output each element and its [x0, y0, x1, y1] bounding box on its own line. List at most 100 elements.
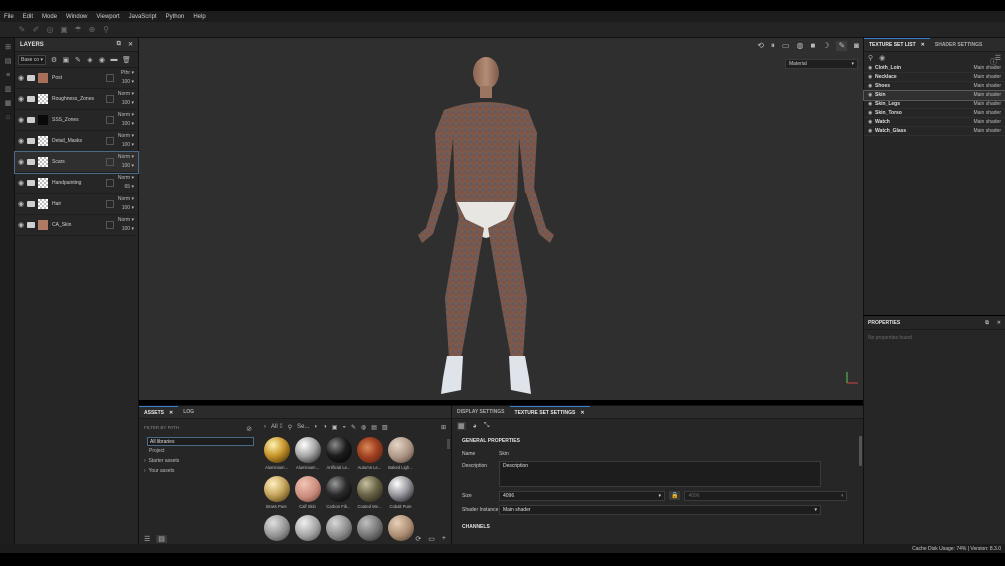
- tab-assets[interactable]: ASSETS ✕: [139, 405, 179, 419]
- smudge-icon[interactable]: ☂: [74, 25, 82, 34]
- layer-mask[interactable]: [106, 95, 114, 103]
- opacity-field[interactable]: 100 ▾: [122, 121, 134, 127]
- layer-row[interactable]: ◉ Detail_Masks Norm ▾ 100 ▾: [15, 131, 138, 152]
- tree-starter-assets[interactable]: › Starter assets: [139, 456, 257, 466]
- delete-layer-icon[interactable]: 🗑: [122, 56, 131, 64]
- split-view-icon[interactable]: ⟲: [757, 41, 764, 51]
- layer-mask[interactable]: [106, 137, 114, 145]
- clone-icon[interactable]: ⊕: [88, 25, 96, 34]
- material-thumbnail[interactable]: Aluminium...: [292, 437, 323, 470]
- uv-icon[interactable]: ⤡: [484, 422, 490, 430]
- lighting-icon[interactable]: ☽: [822, 41, 829, 51]
- layer-row[interactable]: ◉ Scars Norm ▾ 100 ▾: [14, 151, 139, 174]
- material-thumbnail[interactable]: Cobalt Pure: [385, 476, 416, 509]
- layer-mask[interactable]: [106, 158, 114, 166]
- add-effect-icon[interactable]: ⚙: [50, 56, 58, 64]
- layer-row[interactable]: ◉ Handpainting Norm ▾ 65 ▾: [15, 173, 138, 194]
- library-project[interactable]: Project: [139, 446, 257, 456]
- layer-mask[interactable]: [106, 221, 114, 229]
- texture-filter-icon[interactable]: ▣: [332, 424, 338, 431]
- material-icon[interactable]: ◕: [473, 423, 477, 430]
- material-thumbnail[interactable]: Carbon Fib...: [323, 476, 354, 509]
- blend-mode-select[interactable]: Norm ▾: [118, 154, 134, 160]
- layers-panel-icon[interactable]: ⊞: [4, 44, 12, 52]
- eye-icon[interactable]: ◉: [868, 119, 875, 125]
- close-icon[interactable]: ✕: [169, 410, 173, 416]
- library-all[interactable]: All libraries: [147, 437, 254, 446]
- menu-viewport[interactable]: Viewport: [96, 14, 119, 20]
- material-thumbnail[interactable]: Artificial Le...: [323, 437, 354, 470]
- texture-set-row[interactable]: ◉ Cloth_Loin Main shader: [864, 64, 1005, 73]
- material-filter-icon[interactable]: ◐: [314, 424, 318, 430]
- eye-icon[interactable]: ◉: [17, 200, 25, 208]
- texture-set-row[interactable]: ◉ Shoes Main shader: [864, 82, 1005, 91]
- close-icon[interactable]: ✕: [997, 320, 1001, 326]
- material-thumbnail[interactable]: Coated Me...: [354, 476, 385, 509]
- layer-mask[interactable]: [106, 179, 114, 187]
- eye-icon[interactable]: ◉: [868, 83, 875, 89]
- pause-render-icon[interactable]: ⏸: [771, 41, 775, 51]
- filter-icon[interactable]: ⚲: [868, 54, 873, 62]
- tree-your-assets[interactable]: › Your assets: [139, 466, 257, 476]
- blend-mode-select[interactable]: Norm ▾: [118, 91, 134, 97]
- layer-row[interactable]: ◉ Roughness_Zones Norm ▾ 100 ▾: [15, 89, 138, 110]
- blend-mode-select[interactable]: Norm ▾: [118, 217, 134, 223]
- blend-mode-select[interactable]: Pthr ▾: [121, 70, 134, 76]
- close-icon[interactable]: ✕: [580, 410, 584, 416]
- tab-display-settings[interactable]: DISPLAY SETTINGS: [452, 406, 510, 419]
- screenshot-icon[interactable]: ◙: [854, 41, 859, 51]
- material-thumbnail[interactable]: Calf Skin: [292, 476, 323, 509]
- all-filter[interactable]: All ⁞⁞: [271, 424, 283, 430]
- blend-mode-select[interactable]: Norm ▾: [118, 196, 134, 202]
- grid-view-icon[interactable]: ⊞: [441, 424, 446, 431]
- lock-icon[interactable]: 🔒: [669, 491, 681, 500]
- shader-select[interactable]: Main shader ▾: [499, 505, 821, 515]
- layer-row[interactable]: ◉ CA_Skin Norm ▾ 100 ▾: [15, 215, 138, 236]
- opacity-field[interactable]: 100 ▾: [122, 226, 134, 232]
- eye-icon[interactable]: ◉: [868, 65, 875, 71]
- texture-set-row[interactable]: ◉ Skin_Legs Main shader: [864, 100, 1005, 109]
- brush-filter-icon[interactable]: ✎: [351, 424, 356, 431]
- projection-icon[interactable]: ◎: [46, 25, 54, 34]
- image-filter-icon[interactable]: ▨: [382, 424, 388, 431]
- 3d-viewport[interactable]: ⟲ ⏸ ▭ ◍ ■ ☽ ✎ ◙ Material ▾: [139, 38, 863, 400]
- eye-icon[interactable]: ◉: [868, 128, 875, 134]
- new-folder-icon[interactable]: ▭: [428, 535, 435, 543]
- material-thumbnail[interactable]: Autumn Le...: [354, 437, 385, 470]
- material-thumbnail[interactable]: Brass Pure: [261, 476, 292, 509]
- texture-set-row[interactable]: ◉ Necklace Main shader: [864, 73, 1005, 82]
- opacity-field[interactable]: 100 ▾: [122, 205, 134, 211]
- bake-icon[interactable]: ≡: [4, 72, 12, 80]
- eye-icon[interactable]: ◉: [17, 221, 25, 229]
- tab-shader-settings[interactable]: SHADER SETTINGS: [930, 38, 988, 52]
- eye-icon[interactable]: ◉: [17, 74, 25, 82]
- eye-icon[interactable]: ◉: [868, 101, 875, 107]
- add-mask-icon[interactable]: ▣: [62, 56, 70, 64]
- opacity-field[interactable]: 100 ▾: [122, 100, 134, 106]
- tab-log[interactable]: LOG: [178, 406, 199, 419]
- detail-view-icon[interactable]: ▤: [156, 534, 167, 543]
- add-asset-icon[interactable]: +: [442, 535, 446, 543]
- visibility-icon[interactable]: ◉: [879, 54, 885, 62]
- eye-icon[interactable]: ◉: [17, 95, 25, 103]
- material-thumbnail[interactable]: Baked Ligh...: [385, 437, 416, 470]
- blend-mode-select[interactable]: Norm ▾: [118, 112, 134, 118]
- eye-icon[interactable]: ◉: [17, 137, 25, 145]
- camera-icon[interactable]: ■: [810, 41, 815, 51]
- blend-mode-select[interactable]: Norm ▾: [118, 175, 134, 181]
- expand-icon[interactable]: ›: [264, 424, 266, 430]
- texture-set-row[interactable]: ◉ Watch_Glass Main shader: [864, 127, 1005, 136]
- environment-icon[interactable]: ◍: [796, 41, 803, 51]
- history-icon[interactable]: ▥: [4, 86, 12, 94]
- layer-mask[interactable]: [106, 74, 114, 82]
- settings-scrollbar[interactable]: [859, 436, 862, 466]
- paint-mode-icon[interactable]: ✎: [836, 41, 848, 51]
- texture-set-row[interactable]: ◉ Skin Main shader: [863, 90, 1005, 101]
- undock-icon[interactable]: ⧉: [117, 41, 121, 48]
- eye-icon[interactable]: ◉: [17, 179, 25, 187]
- eye-icon[interactable]: ◉: [17, 116, 25, 124]
- texture-set-row[interactable]: ◉ Skin_Torso Main shader: [864, 109, 1005, 118]
- search-field[interactable]: Se...: [297, 424, 309, 430]
- menu-help[interactable]: Help: [193, 14, 205, 20]
- menu-python[interactable]: Python: [166, 14, 185, 20]
